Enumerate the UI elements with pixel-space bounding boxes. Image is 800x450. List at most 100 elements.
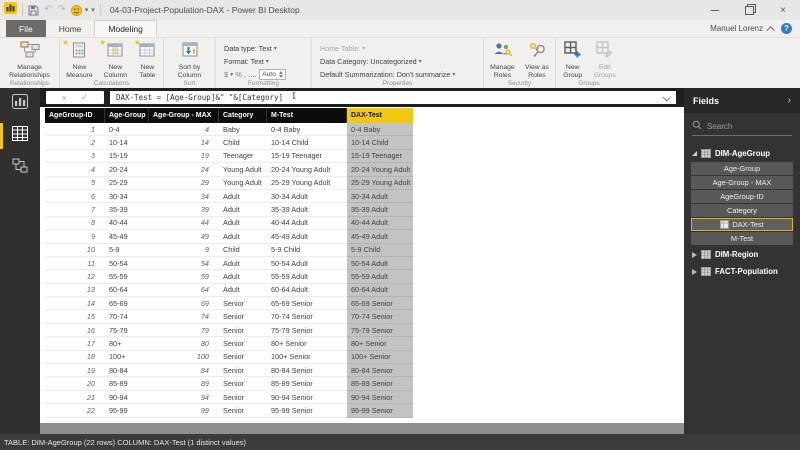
table-cell[interactable]: 22 bbox=[45, 404, 105, 418]
table-cell[interactable]: 45-49 Adult bbox=[347, 230, 413, 244]
table-cell[interactable]: 9 bbox=[45, 230, 105, 244]
edit-groups-button[interactable]: Edit Groups bbox=[589, 40, 620, 80]
table-cell[interactable]: 40-44 bbox=[105, 216, 149, 231]
table-cell[interactable]: Senior bbox=[219, 364, 267, 378]
column-header-m-test[interactable]: M-Test bbox=[267, 108, 347, 123]
table-cell[interactable]: 70-74 Senior bbox=[347, 310, 413, 324]
field-item-age-group-max[interactable]: Age-Group - MAX bbox=[691, 176, 793, 189]
table-cell[interactable]: 0-4 Baby bbox=[347, 123, 413, 137]
fields-search-box[interactable]: Search bbox=[692, 120, 792, 136]
table-cell[interactable]: Adult bbox=[219, 189, 267, 204]
field-item-dax-test[interactable]: DAX-Test bbox=[691, 218, 793, 231]
table-cell[interactable]: 20-24 Young Adult bbox=[267, 163, 347, 177]
table-cell[interactable]: 84 bbox=[149, 364, 219, 378]
table-cell[interactable]: 8 bbox=[45, 216, 105, 231]
table-cell[interactable]: 29 bbox=[149, 176, 219, 190]
undo-icon[interactable]: ↶ bbox=[44, 5, 52, 15]
table-cell[interactable]: Senior bbox=[219, 390, 267, 405]
cancel-formula-icon[interactable]: × bbox=[62, 93, 67, 103]
percent-format-button[interactable]: % bbox=[235, 70, 242, 79]
table-cell[interactable]: 25-29 Young Adult bbox=[347, 176, 413, 190]
tab-home[interactable]: Home bbox=[46, 20, 95, 37]
table-cell[interactable]: 10 bbox=[45, 243, 105, 257]
table-cell[interactable]: 34 bbox=[149, 189, 219, 204]
table-cell[interactable]: 49 bbox=[149, 230, 219, 244]
table-cell[interactable]: Adult bbox=[219, 230, 267, 244]
table-cell[interactable]: Senior bbox=[219, 323, 267, 338]
table-cell[interactable]: Senior bbox=[219, 377, 267, 391]
table-cell[interactable]: 55-59 bbox=[105, 270, 149, 284]
decimal-places-icon[interactable] bbox=[248, 71, 256, 77]
table-cell[interactable]: 18 bbox=[45, 350, 105, 365]
table-cell[interactable]: 3 bbox=[45, 149, 105, 164]
table-cell[interactable]: 60-64 Adult bbox=[347, 283, 413, 298]
fields-table-fact-population[interactable]: FACT-Population bbox=[684, 263, 800, 280]
table-cell[interactable]: 2 bbox=[45, 136, 105, 150]
table-cell[interactable]: 70-74 bbox=[105, 310, 149, 324]
table-cell[interactable]: 11 bbox=[45, 256, 105, 271]
table-cell[interactable]: 90-94 Senior bbox=[347, 390, 413, 405]
table-cell[interactable]: 15-19 Teenager bbox=[347, 149, 413, 164]
table-cell[interactable]: 15-19 bbox=[105, 149, 149, 164]
table-cell[interactable]: 64 bbox=[149, 283, 219, 298]
table-cell[interactable]: Senior bbox=[219, 337, 267, 351]
table-cell[interactable]: 14 bbox=[149, 136, 219, 150]
table-cell[interactable]: 5-9 Child bbox=[347, 243, 413, 257]
table-cell[interactable]: 40-44 Adult bbox=[347, 216, 413, 231]
table-cell[interactable]: 100+ Senior bbox=[267, 350, 347, 365]
table-cell[interactable]: 99 bbox=[149, 404, 219, 418]
table-cell[interactable]: 30-34 Adult bbox=[347, 189, 413, 204]
tab-file[interactable]: File bbox=[6, 20, 46, 37]
table-cell[interactable]: 19 bbox=[45, 364, 105, 378]
table-cell[interactable]: 45-49 Adult bbox=[267, 230, 347, 244]
default-summarization-dropdown[interactable]: Default Summarization: Don't summarize ▾ bbox=[320, 68, 455, 80]
table-cell[interactable]: 74 bbox=[149, 310, 219, 324]
table-cell[interactable]: 39 bbox=[149, 203, 219, 217]
table-cell[interactable]: Senior bbox=[219, 350, 267, 365]
table-cell[interactable]: Senior bbox=[219, 297, 267, 311]
manage-roles-button[interactable]: Manage Roles bbox=[486, 40, 519, 80]
minimize-button[interactable] bbox=[698, 0, 732, 20]
table-cell[interactable]: 75-79 Senior bbox=[347, 323, 413, 338]
table-cell[interactable]: Adult bbox=[219, 283, 267, 298]
table-cell[interactable]: 100+ Senior bbox=[347, 350, 413, 365]
table-cell[interactable]: Child bbox=[219, 243, 267, 257]
table-cell[interactable]: 100+ bbox=[105, 350, 149, 365]
table-cell[interactable]: 80+ Senior bbox=[347, 337, 413, 351]
new-measure-button[interactable]: ★ New Measure bbox=[62, 38, 97, 80]
table-cell[interactable]: Baby bbox=[219, 123, 267, 137]
customize-toolbar-caret-icon[interactable]: ▾ bbox=[91, 6, 95, 14]
table-cell[interactable]: 1 bbox=[45, 123, 105, 137]
column-header-dax-test[interactable]: DAX-Test bbox=[347, 108, 413, 123]
table-cell[interactable]: 40-44 Adult bbox=[267, 216, 347, 231]
restore-button[interactable] bbox=[732, 0, 766, 20]
table-cell[interactable]: 80 bbox=[149, 337, 219, 351]
table-cell[interactable]: 54 bbox=[149, 256, 219, 271]
table-cell[interactable]: 65-69 Senior bbox=[347, 297, 413, 311]
decimal-places-stepper[interactable]: Auto bbox=[258, 68, 286, 80]
table-cell[interactable]: 75-79 bbox=[105, 323, 149, 338]
table-cell[interactable]: Teenager bbox=[219, 149, 267, 164]
column-header-category[interactable]: Category bbox=[219, 108, 267, 123]
field-item-agegroup-id[interactable]: AgeGroup-ID bbox=[691, 190, 793, 203]
save-icon[interactable] bbox=[28, 5, 39, 16]
table-cell[interactable]: Child bbox=[219, 136, 267, 150]
table-cell[interactable]: 25-29 Young Adult bbox=[267, 176, 347, 190]
table-cell[interactable]: 80-84 Senior bbox=[347, 364, 413, 378]
close-button[interactable]: × bbox=[766, 0, 800, 20]
table-cell[interactable]: 89 bbox=[149, 377, 219, 391]
table-cell[interactable]: 5-9 bbox=[105, 243, 149, 257]
table-cell[interactable]: 6 bbox=[45, 189, 105, 204]
table-cell[interactable]: 0-4 bbox=[105, 123, 149, 137]
field-item-age-group[interactable]: Age-Group bbox=[691, 162, 793, 175]
signed-in-user[interactable]: Manuel Lorenz bbox=[710, 24, 763, 33]
table-cell[interactable]: 95-99 Senior bbox=[267, 404, 347, 418]
data-view-button[interactable] bbox=[0, 120, 40, 152]
table-cell[interactable]: 15-19 Teenager bbox=[267, 149, 347, 164]
smiley-dropdown-caret-icon[interactable]: ▾ bbox=[85, 6, 89, 14]
table-cell[interactable]: 50-54 bbox=[105, 256, 149, 271]
table-cell[interactable]: 80+ bbox=[105, 337, 149, 351]
table-cell[interactable]: 60-64 Adult bbox=[267, 283, 347, 298]
fields-table-dim-region[interactable]: DIM-Region bbox=[684, 246, 800, 263]
collapse-icon[interactable] bbox=[692, 151, 697, 156]
